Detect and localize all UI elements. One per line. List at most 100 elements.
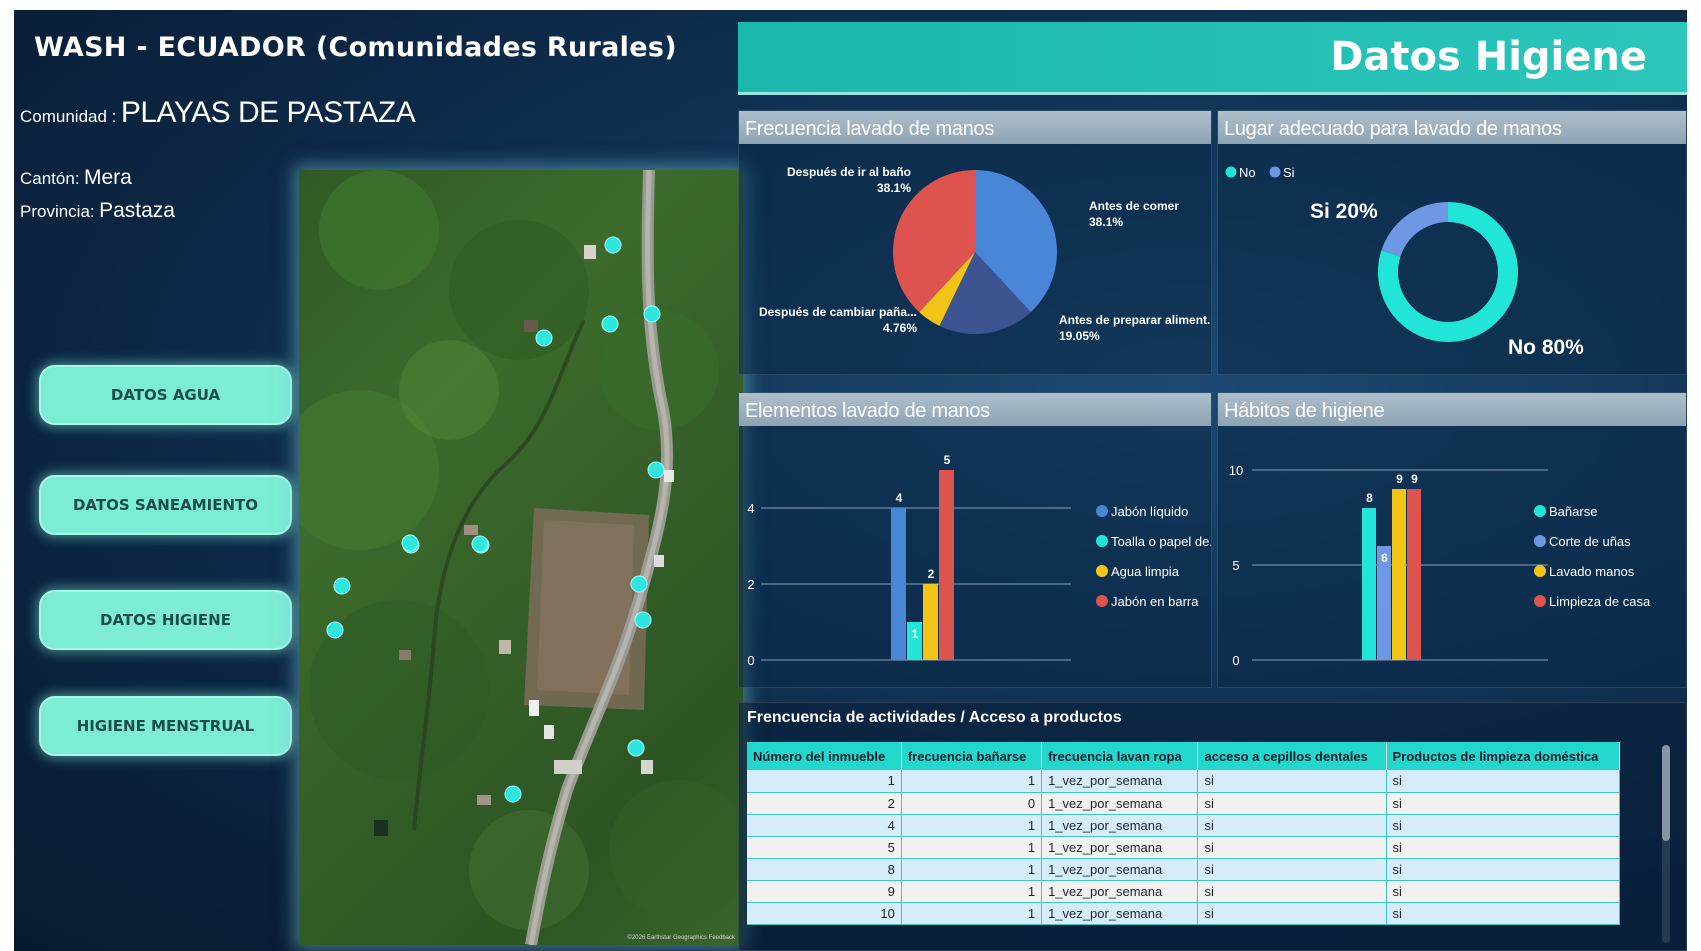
table-header-cell[interactable]: frecuencia bañarse [901,742,1043,770]
table-header-cell[interactable]: frecuencia lavan ropa [1041,742,1199,770]
map-marker[interactable] [535,329,553,347]
pie-slice-value: 19.05% [1059,329,1100,343]
bar-data-label: 4 [896,491,903,505]
table-row[interactable]: 1 1 1_vez_por_semana si si [747,770,1621,793]
higiene-menstrual-button[interactable]: HIGIENE MENSTRUAL [39,696,292,756]
bar[interactable] [891,508,906,660]
pie-slice-label: Antes de preparar aliment... [1059,313,1212,327]
pie-slice-value: 38.1% [1089,215,1123,229]
table-cell: si [1197,902,1387,925]
legend-label[interactable]: Limpieza de casa [1549,594,1651,609]
legend-label[interactable]: Bañarse [1549,504,1597,519]
map-marker[interactable] [643,305,661,323]
bar[interactable] [1362,508,1376,660]
province-value: Pastaza [99,199,175,222]
bar-data-label: 8 [1366,491,1373,505]
legend-label[interactable]: Agua limpia [1111,564,1180,579]
table-cell: 0 [901,792,1043,815]
bar-data-label: 9 [1411,472,1418,486]
bar[interactable] [1407,489,1421,660]
table-cell: 1_vez_por_semana [1041,858,1199,881]
y-tick-label: 4 [747,501,754,516]
map-marker[interactable] [333,577,351,595]
habitos-bar-chart: 0 5 10 8 6 9 9 Bañarse Corte de uñas Lavado manos… [1229,463,1651,668]
dashboard-canvas: WASH - ECUADOR (Comunidades Rurales) Com… [14,10,1687,951]
table-cell: 1_vez_por_semana [1041,792,1199,815]
table-cell: 9 [747,880,902,903]
pie-slice-label: Antes de comer [1089,199,1179,213]
donut-slice[interactable] [1381,202,1448,257]
satellite-map[interactable]: ©2026 Earthstar Geographics Feedback [299,170,743,945]
datos-higiene-button[interactable]: DATOS HIGIENE [39,590,292,650]
province-label: Provincia: [20,202,95,221]
table-cell: 1_vez_por_semana [1041,814,1199,837]
table-row[interactable]: 9 1 1_vez_por_semana si si [747,880,1621,903]
map-marker[interactable] [604,236,622,254]
legend-marker [1534,595,1546,607]
legend-marker [1096,565,1108,577]
table-cell: 1_vez_por_semana [1041,902,1199,925]
table-cell: si [1197,814,1387,837]
elementos-title: Elementos lavado de manos [739,393,1211,426]
table-header-cell[interactable]: acceso a cepillos dentales [1197,742,1387,770]
table-cell: si [1197,880,1387,903]
legend-marker [1534,535,1546,547]
datos-agua-button[interactable]: DATOS AGUA [39,365,292,425]
map-marker[interactable] [601,315,619,333]
map-marker[interactable] [634,611,652,629]
actividades-table: Número del inmueble frecuencia bañarse fre… [747,742,1621,925]
bar[interactable] [939,470,954,660]
map-marker[interactable] [326,621,344,639]
legend-label[interactable]: Jabón en barra [1111,594,1199,609]
legend-label[interactable]: Toalla o papel de... [1111,534,1212,549]
y-tick-label: 5 [1232,558,1239,573]
table-cell: 1 [901,814,1043,837]
legend-label[interactable]: Lavado manos [1549,564,1635,579]
table-row[interactable]: 5 1 1_vez_por_semana si si [747,836,1621,859]
table-cell: si [1386,792,1621,815]
y-tick-label: 10 [1229,463,1243,478]
table-header-cell[interactable]: Productos de limpieza doméstica [1386,742,1621,770]
legend-marker [1096,505,1108,517]
table-cell: si [1386,880,1621,903]
legend-label[interactable]: Jabón líquido [1111,504,1188,519]
table-cell: si [1386,814,1621,837]
table-cell: si [1197,770,1387,793]
legend-label[interactable]: Corte de uñas [1549,534,1631,549]
map-marker[interactable] [647,461,665,479]
map-marker[interactable] [471,535,489,553]
y-tick-label: 0 [1232,653,1239,668]
community-row: Comunidad : PLAYAS DE PASTAZA [20,96,416,130]
actividades-table-panel: Frencuencia de actividades / Acceso a pr… [738,702,1687,951]
header-banner: Datos Higiene [738,22,1687,95]
bar[interactable] [923,584,938,660]
pie-slice-label: Después de cambiar paña... [759,305,917,319]
table-cell: si [1197,792,1387,815]
table-cell: 1 [747,770,902,793]
donut-label-no: No 80% [1508,336,1584,359]
legend-marker [1096,595,1108,607]
map-marker[interactable] [504,785,522,803]
table-cell: 10 [747,902,902,925]
datos-saneamiento-button[interactable]: DATOS SANEAMIENTO [39,475,292,535]
lugar-adecuado-panel: Lugar adecuado para lavado de manos No Si… [1217,110,1687,375]
legend-label: Si [1283,165,1295,180]
table-header-cell[interactable]: Número del inmueble [747,742,902,770]
province-row: Provincia: Pastaza [20,199,175,223]
bar[interactable] [1392,489,1406,660]
table-cell: 1_vez_por_semana [1041,836,1199,859]
table-cell: 1 [901,836,1043,859]
table-scrollbar[interactable] [1662,745,1670,943]
map-marker[interactable] [401,534,419,552]
table-row[interactable]: 8 1 1_vez_por_semana si si [747,858,1621,881]
table-scrollbar-thumb[interactable] [1662,745,1670,841]
table-row[interactable]: 10 1 1_vez_por_semana si si [747,902,1621,925]
table-row[interactable]: 4 1 1_vez_por_semana si si [747,814,1621,837]
table-cell: 8 [747,858,902,881]
map-marker[interactable] [627,739,645,757]
table-cell: 5 [747,836,902,859]
table-cell: 1 [901,770,1043,793]
lugar-adecuado-title: Lugar adecuado para lavado de manos [1218,111,1686,144]
map-marker[interactable] [630,575,648,593]
table-row[interactable]: 2 0 1_vez_por_semana si si [747,792,1621,815]
